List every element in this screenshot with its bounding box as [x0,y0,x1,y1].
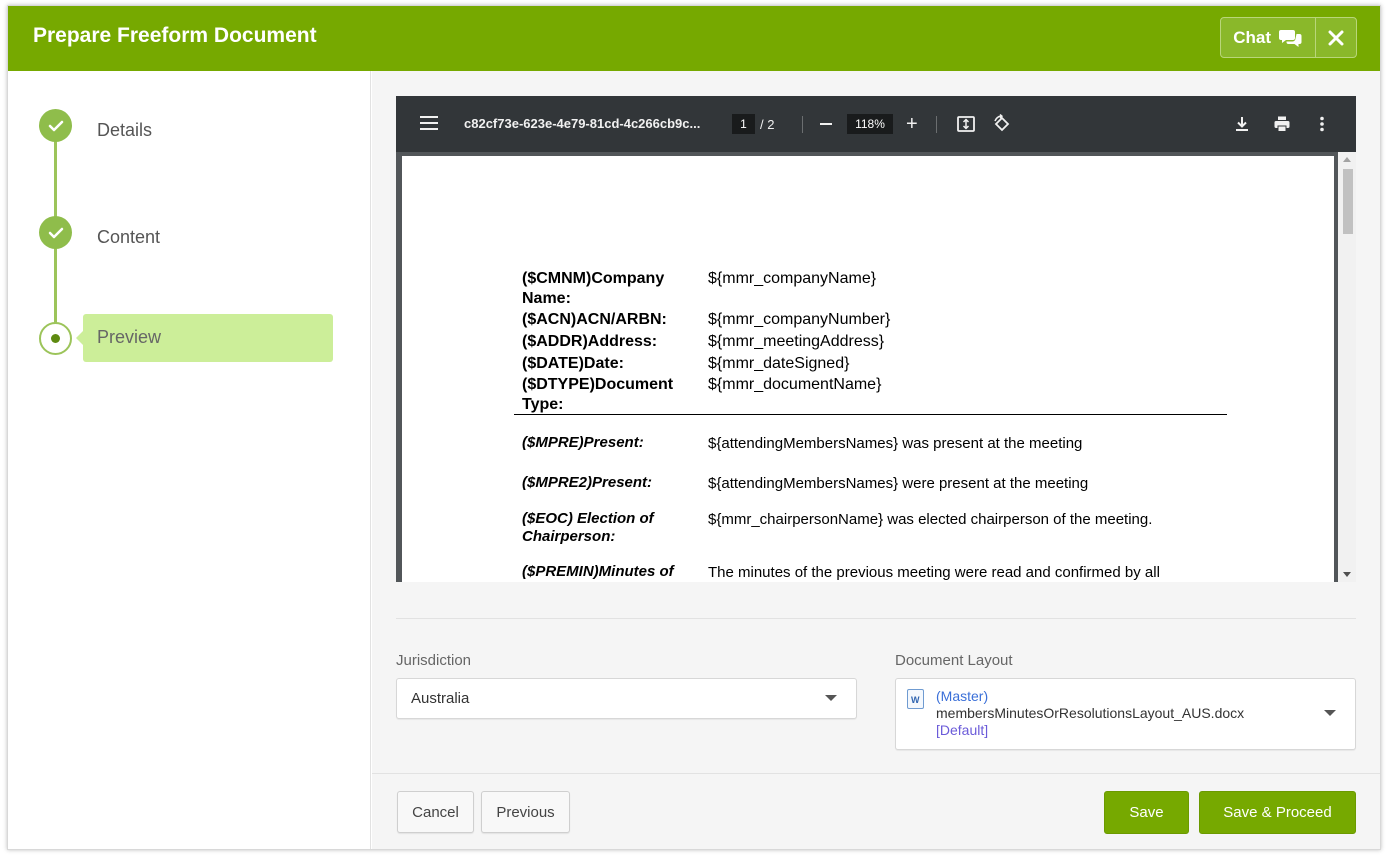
step-details-check [39,109,72,142]
save-and-proceed-button[interactable]: Save & Proceed [1199,791,1356,834]
close-button[interactable] [1316,18,1356,57]
zoom-in-icon[interactable]: + [906,113,918,136]
toolbar-divider [936,116,937,133]
document-field-label: ($DTYPE)Document Type: [522,376,674,413]
document-item-value: ${attendingMembersNames} were present at… [708,475,1089,492]
document-item-label: ($MPRE)Present: [522,434,644,451]
document-layout-select[interactable]: W (Master) membersMinutesOrResolutionsLa… [895,678,1356,750]
scrollbar-thumb[interactable] [1343,169,1353,234]
previous-button[interactable]: Previous [481,791,570,833]
document-field-label: ($ADDR)Address: [522,333,658,350]
page-number-input[interactable]: 1 [732,114,755,134]
chat-button[interactable]: Chat [1221,18,1316,57]
document-item-label: ($EOC) Election of Chairperson: [522,510,654,545]
stepper-sidebar: Details Content Preview [8,71,371,849]
pdf-viewer[interactable]: c82cf73e-623e-4e79-81cd-4c266cb9c... 1 /… [396,96,1356,582]
document-item-label: ($MPRE2)Present: [522,474,653,491]
document-field-value: ${mmr_documentName} [708,376,882,393]
jurisdiction-select[interactable]: Australia [396,678,857,719]
step-content-label[interactable]: Content [97,227,160,248]
section-divider [396,618,1356,619]
word-document-icon: W [907,689,924,709]
close-icon [1328,30,1344,45]
layout-file-name: membersMinutesOrResolutionsLayout_AUS.do… [936,705,1245,721]
step-preview-label: Preview [97,327,162,347]
step-connector [54,245,57,329]
checkmark-icon [48,227,63,238]
document-field-label: ($DATE)Date: [522,355,624,372]
scroll-down-icon[interactable] [1343,572,1351,577]
fit-page-icon[interactable] [956,114,976,134]
scroll-up-icon[interactable] [1343,157,1351,162]
cancel-button[interactable]: Cancel [397,791,474,833]
step-preview[interactable]: Preview [76,314,333,362]
dialog-footer: Cancel Previous Save Save & Proceed [372,773,1380,849]
chevron-down-icon [1324,710,1336,716]
layout-default-tag: [Default] [936,722,989,738]
pdf-scrollbar[interactable] [1338,152,1356,582]
rotate-icon[interactable] [992,114,1012,134]
zoom-level-input[interactable]: 118% [847,114,893,134]
step-details-label[interactable]: Details [97,120,152,141]
dialog-header: Prepare Freeform Document Chat [8,6,1380,71]
pdf-toolbar: c82cf73e-623e-4e79-81cd-4c266cb9c... 1 /… [396,96,1356,152]
document-layout-label: Document Layout [895,652,1013,669]
document-item-label: ($PREMIN)Minutes of [522,563,674,580]
print-icon[interactable] [1272,114,1292,134]
toolbar-divider [802,116,803,133]
zoom-out-icon[interactable] [820,123,832,125]
document-item-value: ${mmr_chairpersonName} was elected chair… [708,511,1153,528]
document-field-label: ($CMNM)Company Name: [522,270,665,307]
checkmark-icon [48,120,63,131]
document-field-value: ${mmr_meetingAddress} [708,333,885,350]
document-field-label: ($ACN)ACN/ARBN: [522,311,667,328]
step-connector [54,138,57,223]
current-step-dot [51,334,60,343]
dialog-title: Prepare Freeform Document [33,24,317,47]
document-separator [514,414,1227,415]
pdf-filename: c82cf73e-623e-4e79-81cd-4c266cb9c... [464,116,701,131]
chat-bubbles-icon [1279,29,1302,47]
document-item-value: ${attendingMembersNames} was present at … [708,435,1083,452]
header-actions: Chat [1220,17,1357,58]
step-preview-indicator [39,322,72,355]
step-content-check [39,216,72,249]
menu-icon[interactable] [420,116,438,130]
more-options-icon[interactable] [1312,114,1332,134]
download-icon[interactable] [1232,114,1252,134]
jurisdiction-value: Australia [411,690,470,707]
document-field-value: ${mmr_companyNumber} [708,311,891,328]
main-panel: c82cf73e-623e-4e79-81cd-4c266cb9c... 1 /… [372,71,1380,849]
chevron-down-icon [825,695,837,701]
jurisdiction-label: Jurisdiction [396,652,472,669]
page-total: / 2 [760,117,775,132]
layout-master-tag: (Master) [936,688,989,704]
pdf-page: ($CMNM)Company Name: ${mmr_companyName} … [402,156,1334,582]
chat-label: Chat [1233,27,1271,47]
document-field-value: ${mmr_companyName} [708,270,877,287]
document-field-value: ${mmr_dateSigned} [708,355,850,372]
save-button[interactable]: Save [1104,791,1189,834]
document-item-value: The minutes of the previous meeting were… [708,564,1160,581]
prepare-document-dialog: Prepare Freeform Document Chat Details C… [7,5,1381,850]
